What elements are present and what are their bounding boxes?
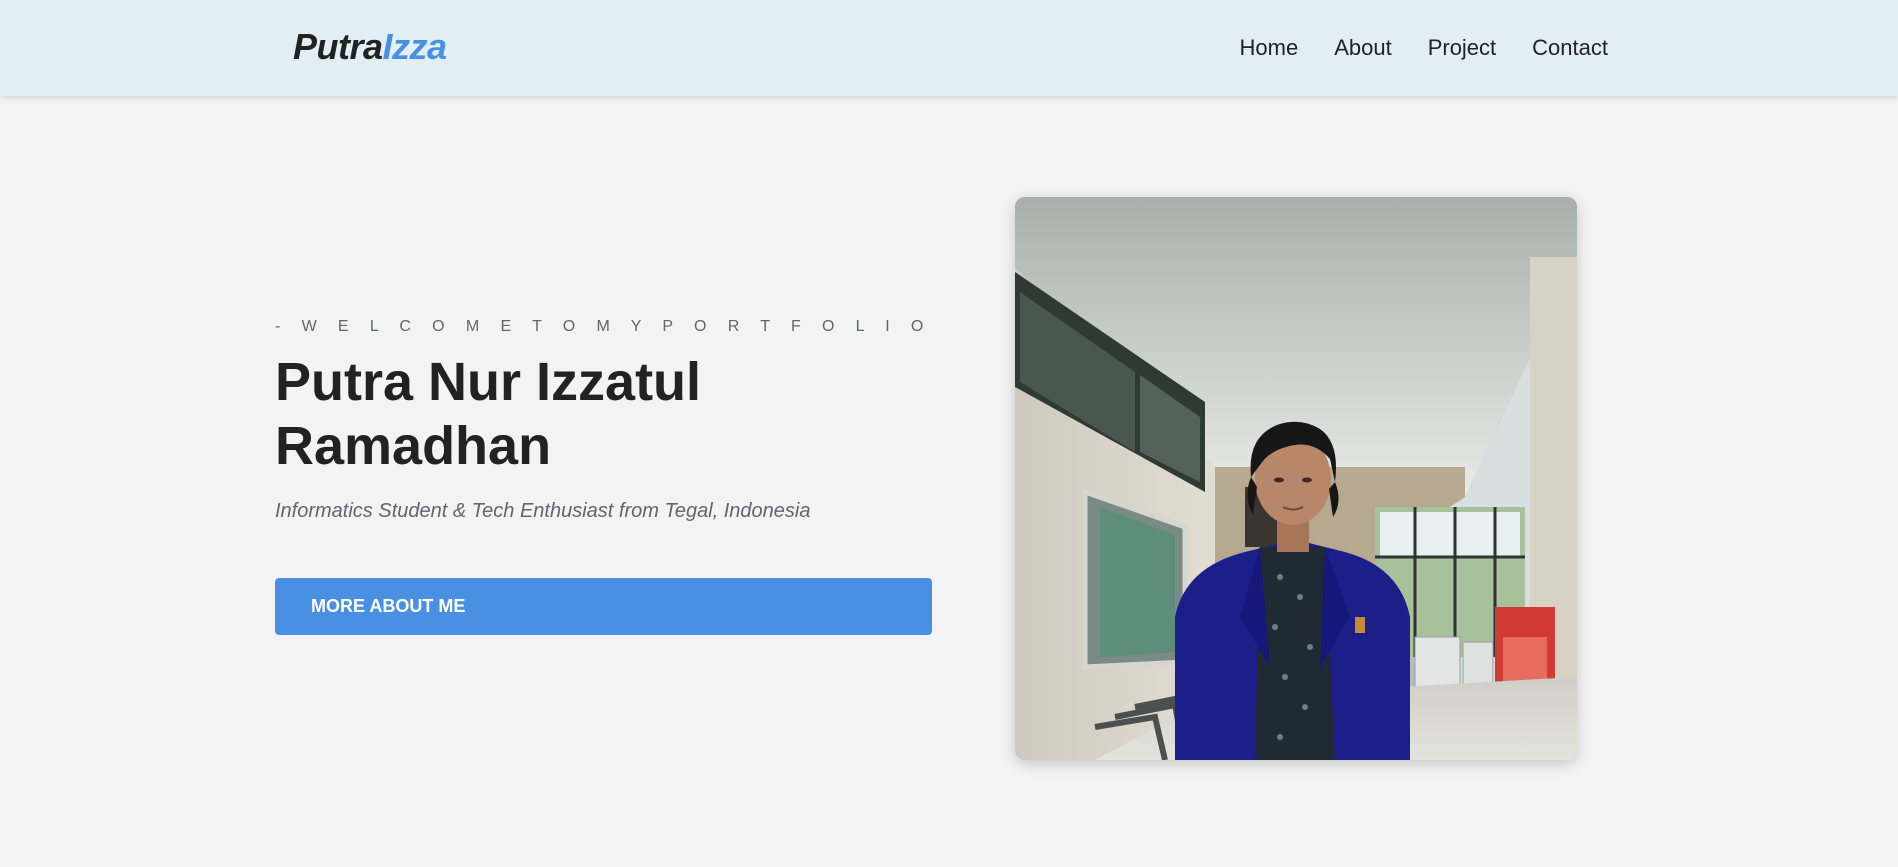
hero-eyebrow: - W E L C O M E T O M Y P O R T F O L I … <box>275 318 932 335</box>
profile-photo <box>1015 197 1577 760</box>
nav-link-about[interactable]: About <box>1334 35 1392 61</box>
more-about-me-button[interactable]: MORE ABOUT ME <box>275 578 932 635</box>
logo-text-accent: Izza <box>382 26 448 67</box>
logo-link[interactable]: PutraIzza <box>293 26 447 68</box>
profile-photo-illustration <box>1015 197 1577 760</box>
hero-subtitle: Informatics Student & Tech Enthusiast fr… <box>275 500 811 522</box>
nav-link-contact[interactable]: Contact <box>1532 35 1608 61</box>
hero-title-line-1: Putra Nur Izzatul <box>275 352 702 412</box>
hero-title-line-2: Ramadhan <box>275 416 552 476</box>
hero-intro: - W E L C O M E T O M Y P O R T F O L I … <box>275 318 935 523</box>
logo-text-primary: Putra <box>293 26 383 67</box>
nav-link-home[interactable]: Home <box>1240 35 1299 61</box>
nav-menu: Home About Project Contact <box>1240 35 1609 61</box>
nav-link-project[interactable]: Project <box>1428 35 1496 61</box>
hero-title: Putra Nur Izzatul Ramadhan <box>275 350 935 478</box>
navbar: PutraIzza Home About Project Contact <box>0 0 1898 96</box>
